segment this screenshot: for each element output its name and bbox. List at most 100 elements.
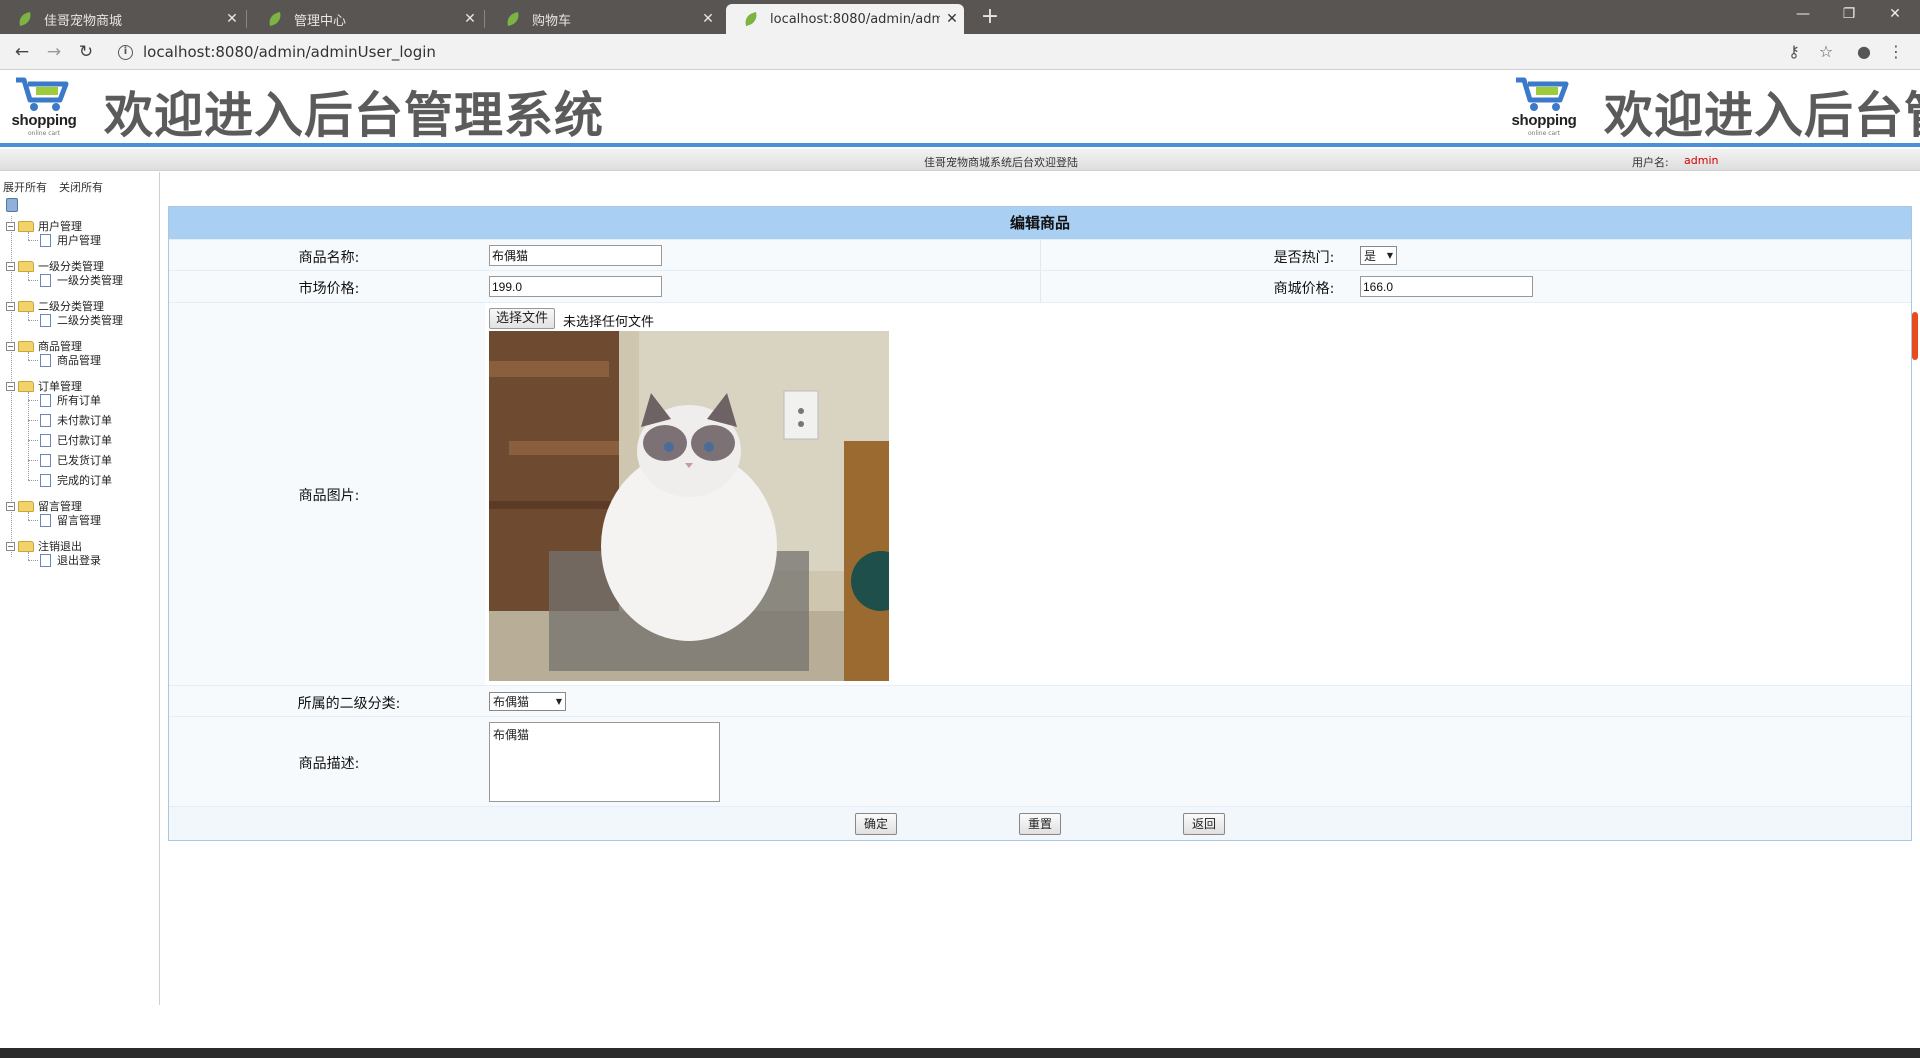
collapse-icon[interactable]: − — [6, 261, 15, 271]
tab-close-icon[interactable]: ✕ — [220, 11, 244, 27]
close-window-icon[interactable]: ✕ — [1872, 0, 1918, 30]
tree-item[interactable]: 未付款订单 — [40, 412, 112, 428]
page-icon — [40, 433, 51, 447]
choose-file-button[interactable]: 选择文件 — [489, 308, 556, 329]
collapse-icon[interactable]: − — [6, 501, 15, 511]
site-favicon-icon — [504, 11, 522, 27]
tree-item-label: 二级分类管理 — [57, 314, 123, 327]
profile-icon[interactable]: ● — [1852, 40, 1876, 64]
header-divider — [0, 143, 1920, 147]
shop-price-input[interactable] — [1360, 276, 1533, 297]
tree-item[interactable]: 已发货订单 — [40, 452, 112, 468]
product-image — [489, 331, 889, 681]
menu-icon[interactable]: ⋮ — [1884, 40, 1908, 64]
tab-close-icon[interactable]: ✕ — [940, 11, 964, 27]
site-favicon-icon — [742, 11, 760, 27]
tree-item[interactable]: 留言管理 — [40, 512, 101, 528]
key-icon[interactable]: ⚷ — [1782, 40, 1806, 64]
site-info-icon[interactable]: i — [118, 44, 133, 60]
product-description-textarea[interactable]: 布偶猫 — [489, 722, 720, 802]
market-price-label: 市场价格: — [298, 281, 360, 297]
tree-item-label: 商品管理 — [57, 354, 101, 367]
tree-line — [28, 552, 29, 560]
tree-line — [28, 312, 29, 320]
tree-item[interactable]: 二级分类管理 — [40, 312, 123, 328]
tree-item[interactable]: 用户管理 — [40, 232, 101, 248]
banner-title: 欢迎进入后台管理系统 — [104, 87, 605, 144]
tree-item-label: 完成的订单 — [57, 474, 112, 487]
page-icon — [40, 553, 51, 567]
logo-text: shopping — [1511, 112, 1577, 129]
tree-item-label: 已发货订单 — [57, 454, 112, 467]
tree-item-label: 一级分类管理 — [57, 274, 123, 287]
tree-line — [28, 352, 29, 360]
browser-tab[interactable]: 购物车 ✕ — [488, 4, 720, 34]
tree-line — [28, 400, 38, 401]
omnibox[interactable]: i localhost:8080/admin/adminUser_login — [108, 39, 1808, 65]
back-button[interactable]: 返回 — [1183, 813, 1226, 835]
tree-line — [28, 440, 38, 441]
scrollbar-thumb[interactable] — [1912, 312, 1918, 360]
reset-button[interactable]: 重置 — [1019, 813, 1062, 835]
category-select[interactable]: 布偶猫 ▼ — [489, 692, 566, 711]
form-title: 编辑商品 — [169, 207, 1911, 239]
tree-item[interactable]: 商品管理 — [40, 352, 101, 368]
restore-icon[interactable]: ❐ — [1826, 0, 1872, 30]
tree-item[interactable]: 已付款订单 — [40, 432, 112, 448]
column-divider — [1040, 271, 1041, 302]
tree-item-label: 退出登录 — [57, 554, 101, 567]
url-text[interactable]: localhost:8080/admin/adminUser_login — [143, 43, 436, 61]
minimize-icon[interactable]: — — [1780, 0, 1826, 30]
hot-select-value: 是 — [1364, 249, 1377, 263]
banner: shopping online cart 欢迎进入后台管理系统 shopping… — [0, 70, 1920, 144]
tree-controls: 展开所有 关闭所有 — [3, 179, 115, 195]
browser-tab[interactable]: 佳哥宠物商城 ✕ — [0, 4, 244, 34]
tree-item[interactable]: 完成的订单 — [40, 472, 112, 488]
collapse-all-link[interactable]: 关闭所有 — [59, 181, 103, 194]
username-label: 用户名: — [1632, 156, 1669, 169]
tree-line — [28, 460, 38, 461]
collapse-icon[interactable]: − — [6, 341, 15, 351]
confirm-button[interactable]: 确定 — [855, 813, 898, 835]
page-icon — [40, 513, 51, 527]
browser-tab-active[interactable]: localhost:8080/admin/adminU ✕ — [726, 4, 964, 34]
image-label: 商品图片: — [298, 488, 360, 504]
folder-icon — [18, 300, 34, 312]
tab-close-icon[interactable]: ✕ — [696, 11, 720, 27]
forward-icon[interactable]: → — [42, 40, 66, 64]
folder-icon — [18, 340, 34, 352]
reload-icon[interactable]: ↻ — [74, 40, 98, 64]
browser-tab-bar: 佳哥宠物商城 ✕ 管理中心 ✕ 购物车 ✕ localhost:8080/adm… — [0, 0, 1920, 34]
tree-item[interactable]: 一级分类管理 — [40, 272, 123, 288]
collapse-icon[interactable]: − — [6, 541, 15, 551]
username-value: admin — [1684, 154, 1719, 167]
form-row: 商品描述: 布偶猫 — [169, 716, 1911, 806]
tree-item[interactable]: 退出登录 — [40, 552, 101, 568]
hot-label: 是否热门: — [1273, 250, 1335, 266]
browser-tab[interactable]: 管理中心 ✕ — [250, 4, 482, 34]
banner-title-repeat: 欢迎进入后台管理系统 — [1604, 87, 1920, 144]
desc-label: 商品描述: — [298, 756, 360, 772]
tree-item[interactable]: 所有订单 — [40, 392, 101, 408]
product-name-input[interactable] — [489, 245, 662, 266]
market-price-input[interactable] — [489, 276, 662, 297]
hot-select[interactable]: 是 ▼ — [1360, 246, 1397, 265]
page-icon — [40, 313, 51, 327]
cart-icon — [1516, 77, 1569, 111]
info-bar: 佳哥宠物商城系统后台欢迎登陆 用户名: admin — [0, 149, 1920, 171]
back-icon[interactable]: ← — [10, 40, 34, 64]
tree-line — [28, 360, 38, 361]
tree-line — [28, 512, 29, 520]
collapse-icon[interactable]: − — [6, 301, 15, 311]
tab-close-icon[interactable]: ✕ — [458, 11, 482, 27]
expand-all-link[interactable]: 展开所有 — [3, 181, 47, 194]
tab-title: 购物车 — [532, 13, 572, 29]
shop-price-label: 商城价格: — [1273, 281, 1335, 297]
collapse-icon[interactable]: − — [6, 221, 15, 231]
collapse-icon[interactable]: − — [6, 381, 15, 391]
bookmark-star-icon[interactable]: ☆ — [1814, 40, 1838, 64]
tree-line — [28, 520, 38, 521]
tree-line — [28, 280, 38, 281]
tree-item-label: 用户管理 — [57, 234, 101, 247]
new-tab-icon[interactable]: + — [976, 4, 1004, 32]
